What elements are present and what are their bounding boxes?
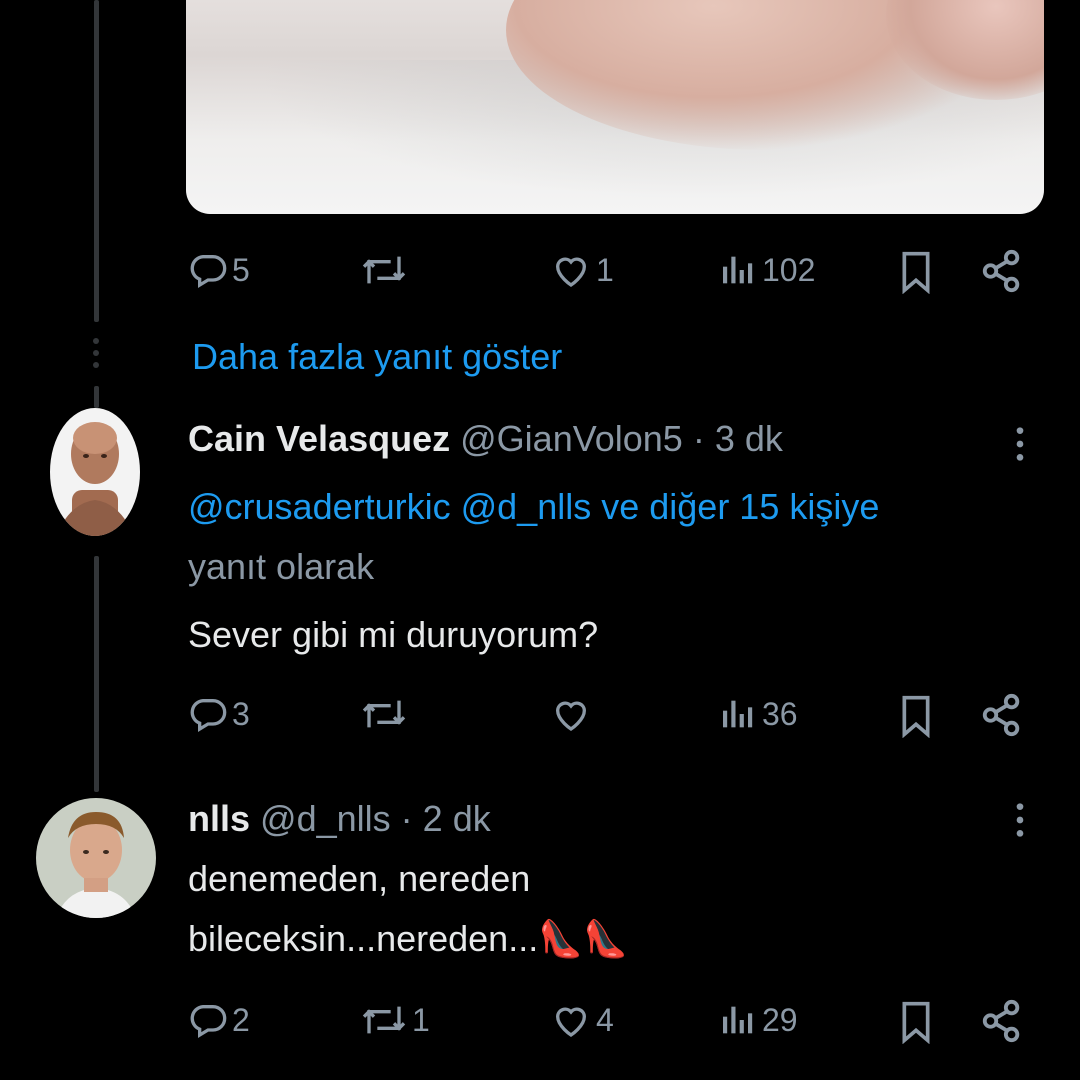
post-header: nlls @d_nlls · 2 dk bbox=[188, 798, 491, 839]
repost-icon bbox=[362, 256, 406, 284]
reply-button[interactable]: 5 bbox=[188, 250, 250, 290]
repost-count: 1 bbox=[412, 1001, 430, 1038]
heart-icon bbox=[555, 701, 587, 731]
reply-button[interactable]: 3 bbox=[188, 694, 250, 734]
repost-button[interactable] bbox=[360, 694, 412, 734]
bookmark-button[interactable] bbox=[896, 250, 936, 299]
post-header: Cain Velasquez @GianVolon5 · 3 dk bbox=[188, 418, 783, 459]
heart-icon bbox=[555, 257, 587, 287]
post-media-image[interactable] bbox=[186, 0, 1044, 214]
high-heel-emoji: 👠👠 bbox=[538, 918, 628, 959]
like-button[interactable]: 4 bbox=[550, 1000, 614, 1040]
views-button[interactable]: 36 bbox=[718, 694, 798, 734]
username[interactable]: @GianVolon5 bbox=[460, 418, 683, 459]
like-count: 4 bbox=[596, 1001, 614, 1038]
views-icon bbox=[723, 700, 753, 728]
like-count: 1 bbox=[596, 251, 614, 288]
heart-icon bbox=[555, 1007, 587, 1037]
views-icon bbox=[723, 256, 753, 284]
more-vertical-icon bbox=[1016, 803, 1024, 837]
post-text-line-1: denemeden, nereden bbox=[188, 858, 531, 899]
reply-icon bbox=[190, 699, 227, 732]
share-icon bbox=[982, 999, 1020, 1043]
views-count: 36 bbox=[762, 695, 798, 732]
repost-button[interactable] bbox=[360, 250, 412, 290]
display-name[interactable]: Cain Velasquez bbox=[188, 418, 450, 459]
reply-button[interactable]: 2 bbox=[188, 1000, 250, 1040]
username[interactable]: @d_nlls bbox=[260, 798, 391, 839]
views-button[interactable]: 29 bbox=[718, 1000, 798, 1040]
more-vertical-icon bbox=[1016, 427, 1024, 461]
repost-button[interactable]: 1 bbox=[360, 1000, 430, 1040]
timestamp[interactable]: 3 dk bbox=[715, 418, 783, 459]
reply-context: yanıt olarak bbox=[188, 546, 375, 587]
reply-icon bbox=[190, 255, 227, 288]
thread-line-lower bbox=[94, 556, 99, 792]
reply-count: 2 bbox=[232, 1001, 250, 1038]
bookmark-icon bbox=[902, 1001, 930, 1045]
reply-mentions[interactable]: @crusaderturkic @d_nlls ve diğer 15 kişi… bbox=[188, 486, 879, 528]
reply-icon bbox=[190, 1005, 227, 1038]
views-icon bbox=[723, 1006, 753, 1034]
like-button[interactable] bbox=[550, 694, 596, 734]
show-more-replies-link[interactable]: Daha fazla yanıt göster bbox=[192, 336, 562, 378]
timestamp[interactable]: 2 dk bbox=[423, 798, 491, 839]
share-icon bbox=[982, 693, 1020, 737]
post-text-line-2: bileceksin...nereden...👠👠 bbox=[188, 918, 628, 959]
like-button[interactable]: 1 bbox=[550, 250, 614, 290]
avatar[interactable] bbox=[36, 798, 156, 918]
avatar[interactable] bbox=[50, 408, 140, 536]
post-text: Sever gibi mi duruyorum? bbox=[188, 614, 599, 655]
thread-dots bbox=[92, 338, 100, 374]
bookmark-button[interactable] bbox=[896, 694, 936, 743]
views-button[interactable]: 102 bbox=[718, 250, 815, 290]
repost-icon bbox=[362, 700, 406, 728]
reply-count: 3 bbox=[232, 695, 250, 732]
share-icon bbox=[982, 249, 1020, 293]
more-options-button[interactable] bbox=[1006, 424, 1034, 469]
reply-count: 5 bbox=[232, 251, 250, 288]
share-button[interactable] bbox=[978, 998, 1026, 1049]
display-name[interactable]: nlls bbox=[188, 798, 250, 839]
bookmark-icon bbox=[902, 251, 930, 295]
bookmark-button[interactable] bbox=[896, 1000, 936, 1049]
share-button[interactable] bbox=[978, 692, 1026, 743]
bookmark-icon bbox=[902, 695, 930, 739]
thread-line-top bbox=[94, 0, 99, 322]
views-count: 29 bbox=[762, 1001, 798, 1038]
more-options-button[interactable] bbox=[1006, 800, 1034, 845]
thread-line-mid bbox=[94, 386, 99, 408]
repost-icon bbox=[362, 1006, 406, 1034]
share-button[interactable] bbox=[978, 248, 1026, 299]
views-count: 102 bbox=[762, 251, 816, 288]
